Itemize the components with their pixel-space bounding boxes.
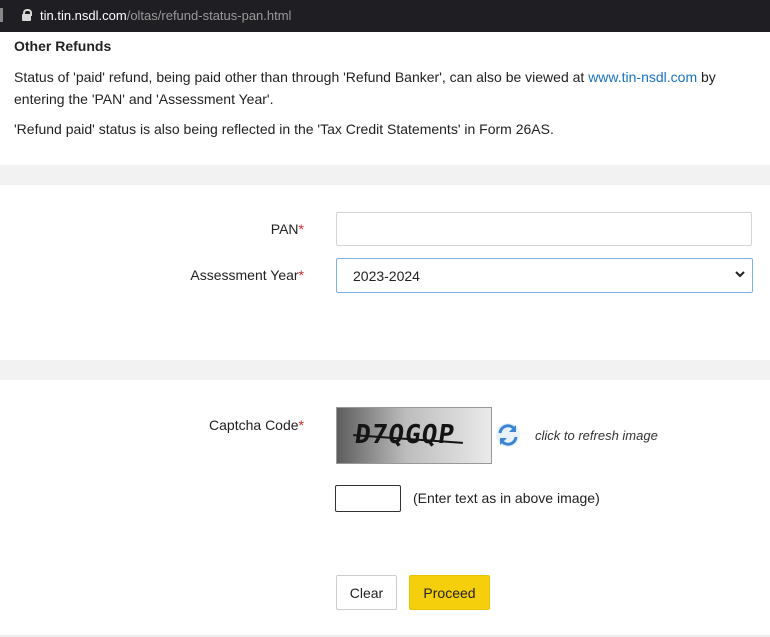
- url-text[interactable]: tin.tin.nsdl.com/oltas/refund-status-pan…: [40, 8, 291, 23]
- assessment-year-label: Assessment Year*: [4, 267, 304, 283]
- refresh-image-text[interactable]: click to refresh image: [535, 428, 658, 443]
- required-asterisk: *: [298, 221, 304, 237]
- assessment-year-select[interactable]: 2023-2024: [336, 258, 753, 293]
- captcha-label-text: Captcha Code: [209, 417, 299, 433]
- url-path: /oltas/refund-status-pan.html: [126, 8, 292, 23]
- captcha-hint: (Enter text as in above image): [413, 490, 600, 506]
- section-title: Other Refunds: [14, 38, 112, 54]
- chevron-down-icon: [735, 271, 745, 278]
- captcha-image: D7QGQP: [336, 407, 492, 464]
- pan-label-text: PAN: [270, 221, 299, 237]
- lock-icon: [22, 9, 32, 21]
- section-divider: [0, 165, 770, 185]
- captcha-input[interactable]: [335, 485, 401, 512]
- proceed-button[interactable]: Proceed: [409, 575, 490, 610]
- refresh-icon[interactable]: [494, 421, 522, 449]
- clear-button[interactable]: Clear: [336, 575, 397, 610]
- url-host: tin.tin.nsdl.com: [40, 8, 127, 23]
- assessment-year-value: 2023-2024: [353, 268, 420, 284]
- pan-label: PAN*: [4, 221, 304, 237]
- required-asterisk: *: [298, 267, 304, 283]
- browser-address-bar[interactable]: tin.tin.nsdl.com/oltas/refund-status-pan…: [0, 0, 770, 32]
- required-asterisk: *: [298, 417, 304, 433]
- captcha-label: Captcha Code*: [4, 417, 304, 433]
- info-paragraph-2: 'Refund paid' status is also being refle…: [14, 121, 554, 137]
- tin-nsdl-link[interactable]: www.tin-nsdl.com: [588, 69, 697, 85]
- pan-input[interactable]: [336, 212, 752, 246]
- window-edge: [0, 8, 3, 22]
- assessment-year-label-text: Assessment Year: [190, 267, 299, 283]
- section-divider: [0, 360, 770, 380]
- info-paragraph-1: Status of 'paid' refund, being paid othe…: [14, 66, 754, 110]
- para1-text-a: Status of 'paid' refund, being paid othe…: [14, 69, 589, 85]
